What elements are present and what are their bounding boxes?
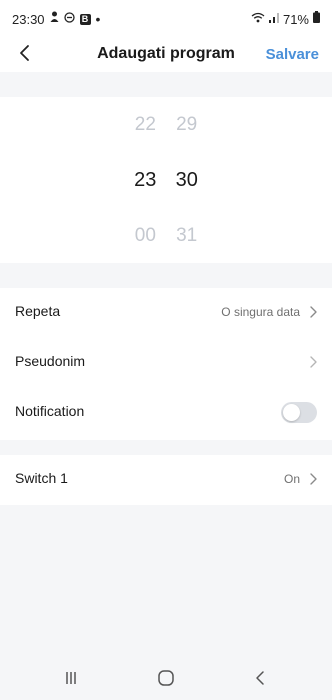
switch-label: Switch 1 — [15, 470, 68, 486]
home-button[interactable] — [151, 667, 181, 689]
time-picker[interactable]: 22 29 23 30 00 31 — [0, 97, 332, 263]
notification-toggle[interactable] — [281, 402, 317, 423]
minute-option[interactable]: 29 — [169, 114, 205, 136]
hour-option[interactable]: 22 — [127, 114, 163, 136]
do-not-disturb-icon — [63, 11, 75, 27]
alias-label: Pseudonim — [15, 353, 86, 369]
picker-row-next: 00 31 — [0, 225, 332, 247]
save-button[interactable]: Salvare — [266, 46, 319, 63]
status-time: 23:30 — [12, 11, 45, 27]
home-icon — [158, 670, 174, 686]
picker-row-previous: 22 29 — [0, 114, 332, 136]
notification-label: Notification — [15, 403, 85, 419]
dot-icon: • — [95, 11, 101, 27]
selected-minute[interactable]: 30 — [169, 169, 205, 192]
system-nav-bar — [0, 655, 332, 700]
recent-apps-icon — [66, 672, 76, 684]
nav-back-button[interactable] — [245, 667, 275, 689]
selected-hour[interactable]: 23 — [127, 169, 163, 192]
notification-icon — [50, 11, 59, 27]
alias-row[interactable]: Pseudonim — [0, 338, 332, 388]
signal-icon — [268, 12, 279, 27]
recent-apps-button[interactable] — [56, 667, 86, 689]
minute-option[interactable]: 31 — [169, 225, 205, 247]
status-bar: 23:30 B • 71% — [0, 0, 332, 38]
repeat-row[interactable]: Repeta O singura data — [0, 288, 332, 338]
status-left: 23:30 B • — [12, 11, 100, 27]
repeat-label: Repeta — [15, 303, 61, 319]
b-app-icon: B — [79, 13, 91, 25]
toggle-knob — [283, 404, 300, 421]
settings-section: Repeta O singura data Pseudonim Notifica… — [0, 288, 332, 440]
battery-percent: 71% — [282, 11, 309, 27]
switch-row[interactable]: Switch 1 On — [0, 455, 332, 505]
notification-row: Notification — [0, 388, 332, 438]
switch-value: On — [283, 472, 300, 486]
app-header: Adaugati program Salvare — [0, 38, 332, 72]
battery-icon — [313, 11, 320, 27]
chevron-right-icon — [310, 356, 317, 368]
switch-section: Switch 1 On — [0, 455, 332, 505]
picker-row-selected: 23 30 — [0, 169, 332, 192]
chevron-right-icon — [310, 473, 317, 485]
back-icon — [256, 671, 264, 685]
status-right: 71% — [251, 11, 320, 27]
hour-option[interactable]: 00 — [127, 225, 163, 247]
chevron-right-icon — [310, 306, 317, 318]
repeat-value: O singura data — [221, 305, 300, 319]
wifi-icon — [251, 12, 265, 27]
